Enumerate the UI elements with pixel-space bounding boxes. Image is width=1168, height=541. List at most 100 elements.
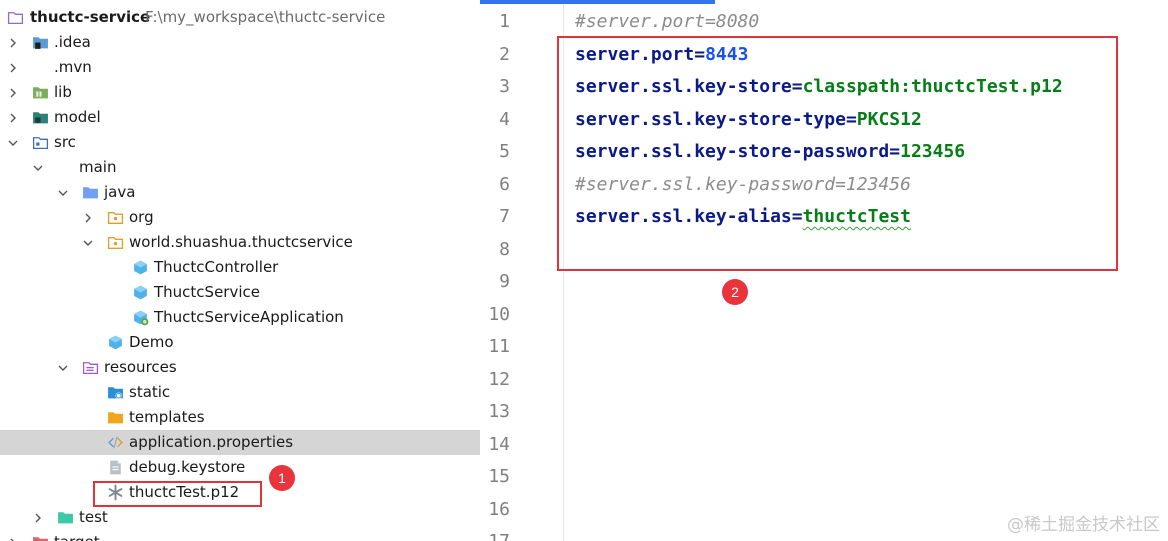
folder-orange-icon bbox=[106, 405, 124, 430]
chevron-down-icon[interactable] bbox=[6, 130, 20, 155]
folder-module-icon bbox=[31, 105, 49, 130]
line-number: 6 bbox=[499, 173, 510, 195]
line-number: 5 bbox=[499, 141, 510, 162]
tree-item[interactable]: templates bbox=[0, 405, 480, 430]
line-number: 7 bbox=[499, 206, 510, 227]
tree-item[interactable]: test bbox=[0, 505, 480, 530]
line-gutter: 1234567891011121314151617 bbox=[480, 4, 564, 541]
tree-item[interactable]: src bbox=[0, 130, 480, 155]
line-number: 11 bbox=[488, 336, 510, 357]
tree-item[interactable]: ThuctcController bbox=[0, 255, 480, 280]
project-root[interactable]: thuctc-service F:\my_workspace\thuctc-se… bbox=[0, 5, 480, 30]
tree-item[interactable]: target bbox=[0, 530, 480, 541]
class-icon bbox=[131, 280, 149, 305]
folder-test-icon bbox=[56, 505, 74, 530]
folder-idea-icon bbox=[31, 30, 49, 55]
tree-item[interactable]: java bbox=[0, 180, 480, 205]
line-number: 9 bbox=[499, 271, 510, 292]
tree-item-label: lib bbox=[54, 83, 72, 101]
tree-item[interactable]: resources bbox=[0, 355, 480, 380]
line-number: 8 bbox=[499, 238, 510, 260]
highlight-box-file bbox=[93, 481, 262, 507]
folder-lib-icon bbox=[31, 80, 49, 105]
line-number: 2 bbox=[499, 43, 510, 65]
tree-item-label: org bbox=[129, 208, 154, 226]
line-number: 16 bbox=[488, 498, 510, 520]
chevron-down-icon[interactable] bbox=[56, 180, 70, 205]
tree-item[interactable]: ThuctcServiceApplication bbox=[0, 305, 480, 330]
file-icon bbox=[106, 455, 124, 480]
package-icon bbox=[106, 205, 124, 230]
chevron-down-icon[interactable] bbox=[56, 355, 70, 380]
annotation-badge-2: 2 bbox=[722, 279, 748, 305]
tree-item-label: static bbox=[129, 383, 171, 401]
chevron-right-icon[interactable] bbox=[6, 105, 20, 130]
tree-item-label: model bbox=[54, 108, 101, 126]
tree-item[interactable]: Demo bbox=[0, 330, 480, 355]
annotation-badge-1: 1 bbox=[269, 465, 295, 491]
tree-item[interactable]: .mvn bbox=[0, 55, 480, 80]
line-number: 3 bbox=[499, 76, 510, 97]
chevron-right-icon[interactable] bbox=[6, 55, 20, 80]
highlight-box-code bbox=[557, 36, 1118, 271]
folder-blue-icon bbox=[81, 180, 99, 205]
chevron-right-icon[interactable] bbox=[6, 80, 20, 105]
tree-item[interactable]: debug.keystore bbox=[0, 455, 480, 480]
tree-item-label: Demo bbox=[129, 333, 174, 351]
chevron-down-icon[interactable] bbox=[31, 155, 45, 180]
tree-item-label: src bbox=[54, 133, 76, 151]
class-icon bbox=[131, 255, 149, 280]
tree-item-label: templates bbox=[129, 408, 205, 426]
tree-item-label: application.properties bbox=[129, 433, 294, 451]
class-icon bbox=[106, 330, 124, 355]
tree-item[interactable]: static bbox=[0, 380, 480, 405]
tree-item-label: target bbox=[54, 530, 100, 541]
line-number: 14 bbox=[488, 433, 510, 455]
tree-item[interactable]: world.shuashua.thuctcservice bbox=[0, 230, 480, 255]
project-tree[interactable]: thuctc-service F:\my_workspace\thuctc-se… bbox=[0, 0, 480, 541]
project-name: thuctc-service bbox=[30, 8, 151, 26]
chevron-right-icon[interactable] bbox=[6, 530, 20, 541]
chevron-right-icon[interactable] bbox=[31, 505, 45, 530]
tree-item-label: debug.keystore bbox=[129, 458, 246, 476]
tree-item[interactable]: .idea bbox=[0, 30, 480, 55]
package-icon bbox=[106, 230, 124, 255]
tree-item-label: ThuctcController bbox=[154, 258, 279, 276]
chevron-right-icon[interactable] bbox=[81, 205, 95, 230]
line-number: 4 bbox=[499, 108, 510, 130]
tree-item[interactable]: application.properties bbox=[0, 430, 480, 455]
tree-item[interactable]: model bbox=[0, 105, 480, 130]
folder-src-icon bbox=[31, 130, 49, 155]
watermark: @稀土掘金技术社区 bbox=[1007, 515, 1160, 535]
chevron-right-icon[interactable] bbox=[6, 30, 20, 55]
line-number: 10 bbox=[488, 303, 510, 325]
chevron-down-icon[interactable] bbox=[81, 230, 95, 255]
tree-item-label: world.shuashua.thuctcservice bbox=[129, 233, 353, 251]
code-comment: #server.port=8080 bbox=[575, 11, 760, 32]
tree-item-label: java bbox=[104, 183, 136, 201]
tree-item[interactable]: ThuctcService bbox=[0, 280, 480, 305]
folder-web-icon bbox=[106, 380, 124, 405]
line-number: 13 bbox=[488, 401, 510, 422]
folder-excluded-icon bbox=[31, 530, 49, 541]
tree-item-label: .idea bbox=[54, 33, 91, 51]
tree-item-label: main bbox=[79, 158, 117, 176]
line-number: 17 bbox=[480, 526, 510, 541]
line-number: 15 bbox=[488, 466, 510, 487]
tree-item-label: .mvn bbox=[54, 58, 92, 76]
tree-item-label: resources bbox=[104, 358, 177, 376]
tree-item-label: test bbox=[79, 508, 108, 526]
tree-item-label: ThuctcServiceApplication bbox=[154, 308, 344, 326]
tree-item[interactable]: org bbox=[0, 205, 480, 230]
properties-file-icon bbox=[106, 430, 124, 455]
line-number: 12 bbox=[488, 368, 510, 390]
tree-item[interactable]: lib bbox=[0, 80, 480, 105]
project-folder-icon bbox=[6, 5, 24, 30]
project-path: F:\my_workspace\thuctc-service bbox=[145, 8, 386, 26]
tree-item-label: ThuctcService bbox=[154, 283, 260, 301]
spring-class-icon bbox=[131, 305, 149, 330]
tree-item[interactable]: main bbox=[0, 155, 480, 180]
folder-resources-icon bbox=[81, 355, 99, 380]
line-number: 1 bbox=[499, 11, 510, 32]
code-line[interactable]: #server.port=8080 bbox=[575, 6, 759, 38]
